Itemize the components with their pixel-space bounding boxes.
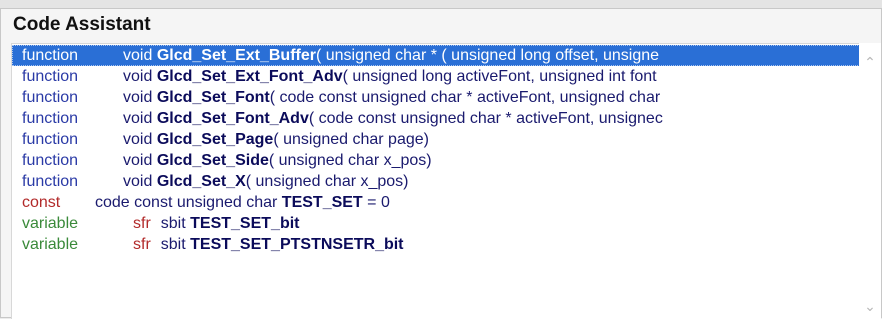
- item-qualifier: sfr: [133, 236, 151, 253]
- suggestion-item[interactable]: function void Glcd_Set_Side( unsigned cha…: [12, 150, 860, 171]
- item-signature: code const unsigned char TEST_SET = 0: [95, 192, 390, 213]
- suggestion-item[interactable]: function void Glcd_Set_Font_Adv( code con…: [12, 108, 860, 129]
- chevron-up-icon[interactable]: ⌃: [863, 55, 877, 69]
- item-params: ( unsigned char page): [273, 131, 429, 148]
- item-return-type: void: [123, 68, 153, 85]
- item-name: Glcd_Set_Side: [156, 152, 269, 169]
- item-kind: variable: [22, 215, 79, 232]
- item-kind: function: [22, 131, 79, 148]
- item-kind: function: [22, 110, 79, 127]
- suggestion-item[interactable]: function void Glcd_Set_X( unsigned char x…: [12, 171, 860, 192]
- item-kind: function: [22, 152, 79, 169]
- item-params: ( code const unsigned char * activeFont,…: [308, 110, 663, 127]
- code-assistant-panel: Code Assistant function void Glcd_Set_Ext…: [0, 8, 882, 319]
- item-name: Glcd_Set_Font_Adv: [156, 110, 309, 127]
- vertical-scrollbar[interactable]: ⌃ ⌄: [859, 43, 881, 319]
- item-kind: function: [22, 173, 79, 190]
- item-return-type: sbit: [160, 215, 186, 232]
- item-signature: void Glcd_Set_Font( code const unsigned …: [123, 87, 660, 108]
- suggestion-item[interactable]: function void Glcd_Set_Ext_Buffer( unsign…: [12, 45, 860, 66]
- item-return-type: sbit: [160, 236, 186, 253]
- item-signature: void Glcd_Set_Ext_Buffer( unsigned char …: [123, 45, 659, 66]
- item-return-type: void: [123, 131, 153, 148]
- item-name: Glcd_Set_Page: [156, 131, 274, 148]
- suggestion-item[interactable]: variable sfr sbit TEST_SET_bit: [12, 213, 860, 234]
- panel-title: Code Assistant: [13, 14, 151, 35]
- item-return-type: void: [123, 89, 153, 106]
- background-editor-strip: [0, 0, 882, 8]
- item-name: TEST_SET: [281, 194, 363, 211]
- suggestion-list[interactable]: function void Glcd_Set_Ext_Buffer( unsign…: [11, 43, 881, 319]
- item-return-type: void: [123, 152, 153, 169]
- item-signature: void Glcd_Set_Ext_Font_Adv( unsigned lon…: [123, 66, 657, 87]
- item-signature: void Glcd_Set_Font_Adv( code const unsig…: [123, 108, 663, 129]
- suggestion-item[interactable]: const code const unsigned char TEST_SET =…: [12, 192, 860, 213]
- item-name: TEST_SET_PTSTNSETR_bit: [190, 236, 404, 253]
- item-kind: function: [22, 89, 79, 106]
- item-signature: void Glcd_Set_X( unsigned char x_pos): [123, 171, 409, 192]
- item-params: = 0: [362, 194, 390, 211]
- suggestion-item[interactable]: function void Glcd_Set_Page( unsigned cha…: [12, 129, 860, 150]
- item-signature: void Glcd_Set_Side( unsigned char x_pos): [123, 150, 432, 171]
- item-params: ( unsigned char x_pos): [245, 173, 409, 190]
- item-qualifier: sfr: [133, 215, 151, 232]
- item-name: Glcd_Set_X: [156, 173, 246, 190]
- item-signature: void Glcd_Set_Page( unsigned char page): [123, 129, 429, 150]
- item-signature: sfr sbit TEST_SET_PTSTNSETR_bit: [133, 234, 404, 255]
- suggestion-item[interactable]: function void Glcd_Set_Ext_Font_Adv( unsi…: [12, 66, 860, 87]
- item-params: ( unsigned char * ( unsigned long offset…: [315, 47, 660, 64]
- item-return-type: void: [123, 173, 153, 190]
- item-return-type: code const unsigned char: [95, 194, 278, 211]
- item-params: ( code const unsigned char * activeFont,…: [269, 89, 661, 106]
- item-kind: function: [22, 47, 79, 64]
- item-signature: sfr sbit TEST_SET_bit: [133, 213, 300, 234]
- suggestion-item[interactable]: function void Glcd_Set_Font( code const u…: [12, 87, 860, 108]
- item-params: ( unsigned char x_pos): [268, 152, 432, 169]
- item-name: Glcd_Set_Ext_Font_Adv: [156, 68, 343, 85]
- item-name: TEST_SET_bit: [190, 215, 300, 232]
- item-return-type: void: [123, 110, 153, 127]
- item-kind: variable: [22, 236, 79, 253]
- suggestion-item[interactable]: variable sfr sbit TEST_SET_PTSTNSETR_bit: [12, 234, 860, 255]
- item-kind: function: [22, 68, 79, 85]
- chevron-down-icon[interactable]: ⌄: [863, 299, 877, 313]
- item-name: Glcd_Set_Font: [156, 89, 270, 106]
- item-params: ( unsigned long activeFont, unsigned int…: [342, 68, 657, 85]
- item-name: Glcd_Set_Ext_Buffer: [156, 47, 316, 64]
- item-return-type: void: [123, 47, 153, 64]
- item-kind: const: [22, 194, 61, 211]
